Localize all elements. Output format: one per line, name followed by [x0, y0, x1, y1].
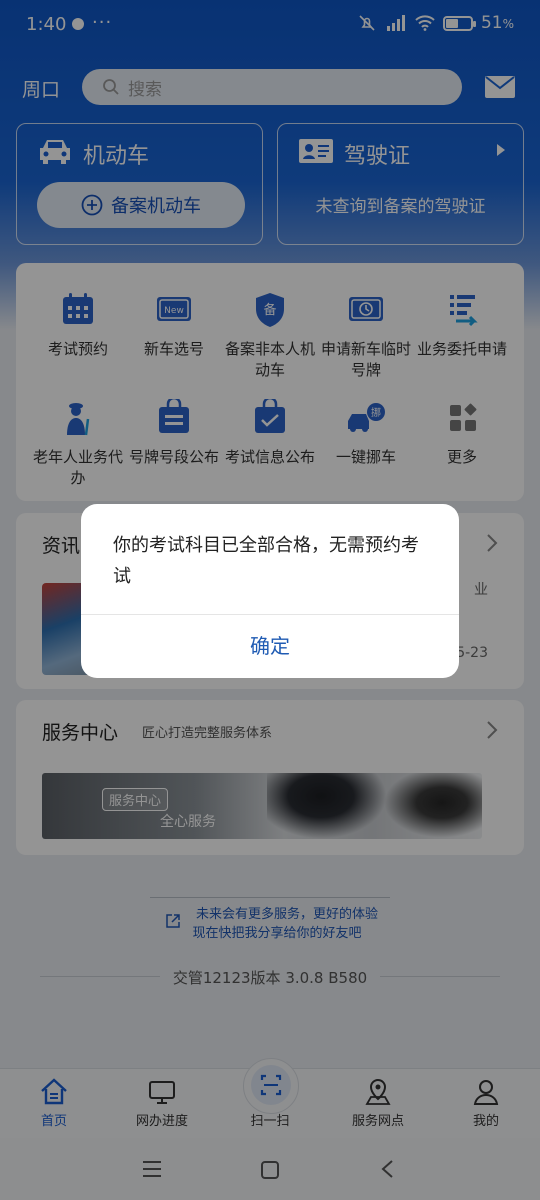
- confirm-button[interactable]: 确定: [81, 614, 459, 678]
- dialog-message: 你的考试科目已全部合格，无需预约考试: [113, 535, 419, 587]
- alert-dialog: 你的考试科目已全部合格，无需预约考试 确定: [81, 504, 459, 678]
